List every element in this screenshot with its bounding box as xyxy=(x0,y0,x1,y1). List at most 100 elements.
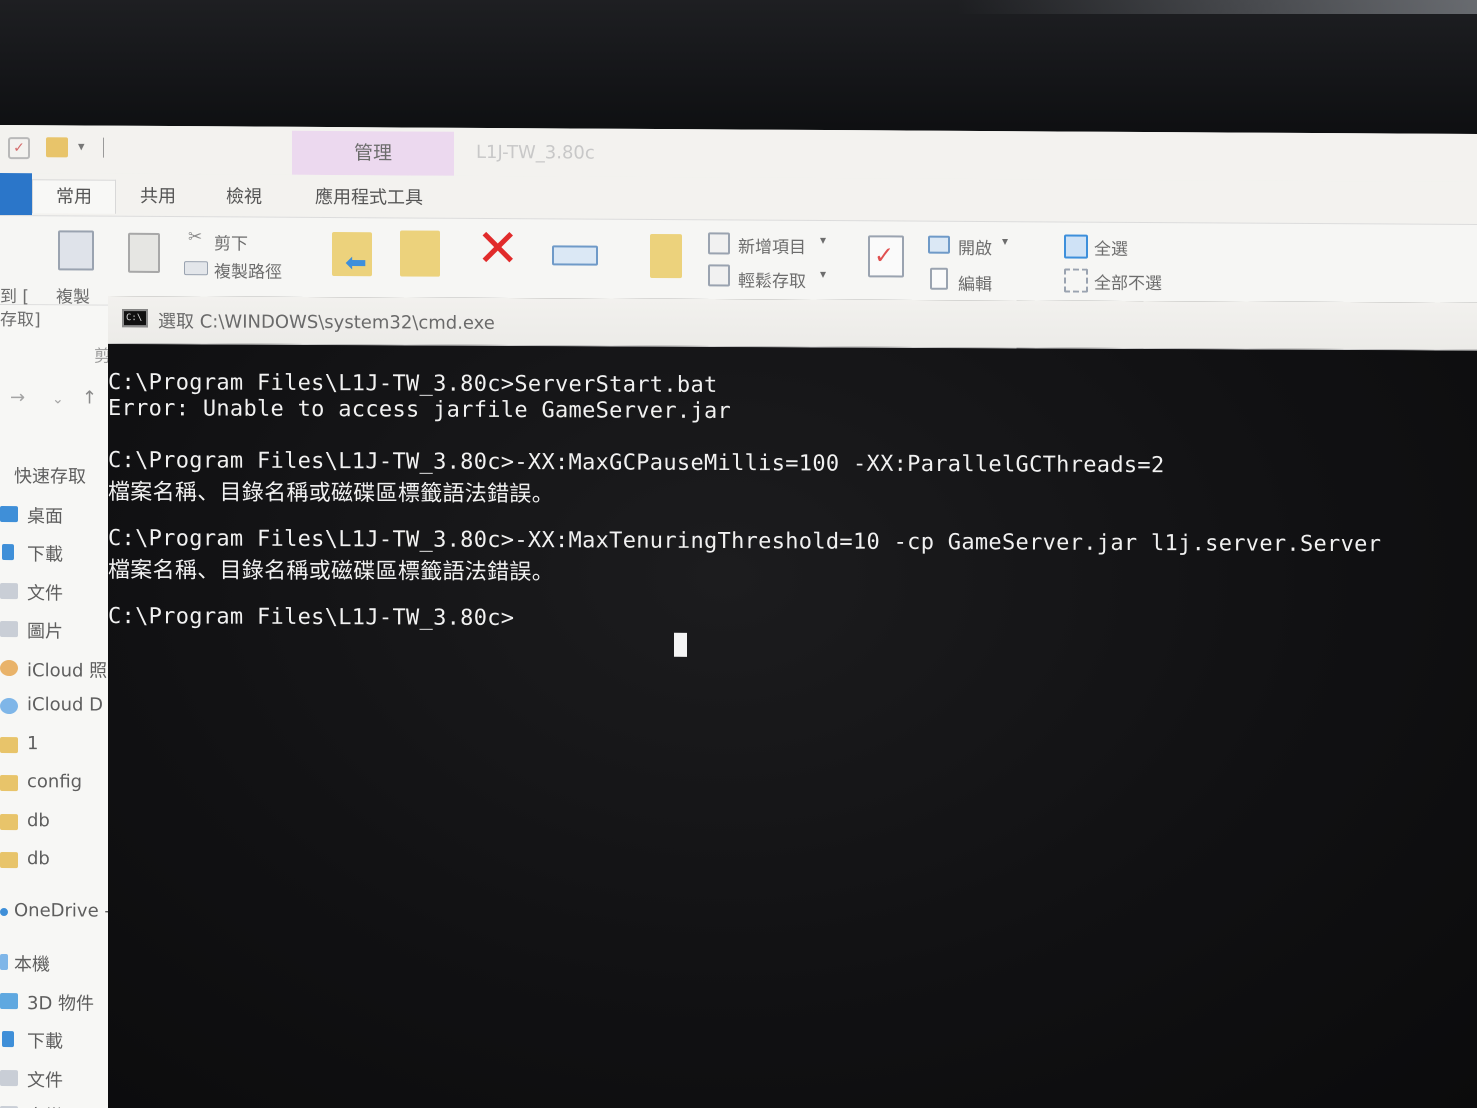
select-none-icon[interactable] xyxy=(1064,268,1088,293)
new-item-button[interactable]: 新增項目 xyxy=(738,233,806,258)
sidebar-item-documents-2[interactable]: 文件 xyxy=(0,1061,110,1098)
tab-view[interactable]: 檢視 xyxy=(226,180,262,214)
sidebar-item-label: 圖片 xyxy=(27,621,63,643)
sidebar-item-label: 音樂 xyxy=(27,1102,63,1108)
sidebar-item-label: iCloud 照 xyxy=(27,660,108,682)
sidebar-item-downloads-2[interactable]: 下載 xyxy=(0,1022,110,1059)
onedrive-icon xyxy=(0,908,8,917)
console-line: Error: Unable to access jarfile GameServ… xyxy=(108,396,732,425)
sidebar-item-label: 桌面 xyxy=(27,506,63,528)
download-icon xyxy=(2,1031,14,1048)
sidebar-item-label: OneDrive - xyxy=(14,900,110,922)
cut-button[interactable]: 剪下 xyxy=(214,229,248,254)
picture-icon xyxy=(0,621,18,638)
sidebar-item-desktop[interactable]: 桌面 xyxy=(0,497,110,534)
console-line: C:\Program Files\L1J-TW_3.80c>-XX:MaxGCP… xyxy=(108,448,1165,479)
select-all-icon[interactable] xyxy=(1064,234,1088,259)
copy-icon[interactable] xyxy=(58,230,94,271)
sidebar-item-music[interactable]: 音樂 xyxy=(0,1097,110,1108)
copy-path-icon[interactable] xyxy=(184,261,208,276)
select-all-button[interactable]: 全選 xyxy=(1094,235,1128,260)
command-prompt-window[interactable]: C:\ 選取 C:\WINDOWS\system32\cmd.exe C:\Pr… xyxy=(108,296,1477,1108)
new-item-dropdown-icon[interactable]: ▾ xyxy=(820,233,826,247)
sidebar-item-db-2[interactable]: db xyxy=(0,843,110,880)
manage-context-tab[interactable]: 管理 xyxy=(292,130,454,176)
new-folder-big-icon[interactable] xyxy=(650,233,682,279)
folder-icon xyxy=(0,737,18,754)
folder-icon xyxy=(0,775,18,792)
sidebar-item-config[interactable]: config xyxy=(0,766,110,803)
sidebar-item-onedrive[interactable]: OneDrive - xyxy=(0,895,110,932)
sidebar-item-label: 1 xyxy=(27,733,39,755)
cmd-app-icon: C:\ xyxy=(122,309,148,328)
copy-path-button[interactable]: 複製路徑 xyxy=(214,257,282,282)
easy-access-icon[interactable] xyxy=(708,264,730,287)
sidebar-item-3d-objects[interactable]: 3D 物件 xyxy=(0,984,110,1021)
properties-check-icon[interactable]: ✓ xyxy=(8,137,30,160)
delete-icon[interactable]: ✕ xyxy=(476,219,520,279)
icloud-photos-icon xyxy=(0,660,18,677)
sidebar-item-label: 3D 物件 xyxy=(27,993,95,1015)
monitor-bezel xyxy=(0,0,1477,135)
folder-icon xyxy=(0,852,18,869)
recent-dropdown-icon[interactable]: ⌄ xyxy=(52,391,64,407)
console-line: 檔案名稱、目錄名稱或磁碟區標籤語法錯誤。 xyxy=(108,480,555,508)
document-icon xyxy=(0,1070,18,1087)
sidebar-item-label: 文件 xyxy=(27,583,63,605)
new-item-icon[interactable] xyxy=(708,232,730,255)
sidebar-item-label: 下載 xyxy=(27,1031,63,1053)
tab-file[interactable] xyxy=(0,173,32,216)
customize-dropdown-icon[interactable]: ▾ xyxy=(78,139,85,154)
tab-share[interactable]: 共用 xyxy=(140,180,176,214)
console-output[interactable]: C:\Program Files\L1J-TW_3.80c>ServerStar… xyxy=(108,344,1477,1108)
cube-icon xyxy=(0,993,18,1010)
pin-label-line2[interactable]: 存取] xyxy=(0,305,41,330)
sidebar-item-this-pc[interactable]: 本機 xyxy=(0,945,110,982)
sidebar-item-quick-access[interactable]: 快速存取 xyxy=(0,457,110,494)
back-arrow-icon[interactable]: → xyxy=(10,387,25,408)
copy-to-icon[interactable] xyxy=(400,230,440,277)
sidebar-item-downloads[interactable]: 下載 xyxy=(0,535,110,572)
sidebar-item-folder-1[interactable]: 1 xyxy=(0,728,110,765)
console-line: 檔案名稱、目錄名稱或磁碟區標籤語法錯誤。 xyxy=(108,558,555,586)
cmd-title-bar[interactable]: C:\ 選取 C:\WINDOWS\system32\cmd.exe xyxy=(108,296,1477,351)
sidebar-item-label: db xyxy=(27,848,50,870)
window-title: L1J-TW_3.80c xyxy=(476,141,595,164)
sidebar-item-icloud-photos[interactable]: iCloud 照 xyxy=(0,651,110,688)
console-prompt: C:\Program Files\L1J-TW_3.80c> xyxy=(108,604,515,631)
properties-check-mark-icon: ✓ xyxy=(874,241,895,270)
edit-button[interactable]: 編輯 xyxy=(958,270,992,295)
easy-access-dropdown-icon[interactable]: ▾ xyxy=(820,267,826,281)
paste-icon[interactable] xyxy=(128,232,160,273)
scissors-icon[interactable]: ✂ xyxy=(188,227,202,247)
copy-button[interactable]: 複製 xyxy=(56,282,90,307)
select-none-button[interactable]: 全部不選 xyxy=(1094,269,1162,294)
sidebar-item-label: 下載 xyxy=(27,544,63,566)
up-arrow-icon[interactable]: ↑ xyxy=(82,388,97,409)
pin-label-line1[interactable]: 到 [ xyxy=(0,282,29,307)
sidebar-item-label: 快速存取 xyxy=(14,466,86,488)
open-button[interactable]: 開啟 xyxy=(958,234,992,259)
open-icon[interactable] xyxy=(928,235,950,254)
rename-icon[interactable] xyxy=(552,245,598,266)
navigation-pane: 存取] 剪 → ⌄ ↑ 快速存取 桌面 下載 文件 圖片 iCloud 照 iC… xyxy=(0,305,111,1108)
edit-icon[interactable] xyxy=(930,267,948,290)
desktop-icon xyxy=(0,506,18,523)
text-cursor xyxy=(674,632,687,657)
sidebar-item-label: 文件 xyxy=(27,1070,63,1092)
computer-icon xyxy=(0,954,8,971)
sidebar-item-label: 本機 xyxy=(14,954,50,976)
tab-app-tools[interactable]: 應用程式工具 xyxy=(315,181,423,216)
download-icon xyxy=(2,544,14,561)
sidebar-item-db[interactable]: db xyxy=(0,805,110,842)
open-dropdown-icon[interactable]: ▾ xyxy=(1002,234,1008,248)
cmd-window-title: 選取 C:\WINDOWS\system32\cmd.exe xyxy=(158,311,495,334)
easy-access-button[interactable]: 輕鬆存取 xyxy=(738,267,806,292)
document-icon xyxy=(0,583,18,600)
new-folder-icon[interactable] xyxy=(46,137,68,158)
sidebar-item-icloud-drive[interactable]: iCloud D xyxy=(0,689,110,726)
icloud-drive-icon xyxy=(0,698,18,715)
sidebar-item-documents[interactable]: 文件 xyxy=(0,574,110,611)
tab-home[interactable]: 常用 xyxy=(32,179,116,214)
sidebar-item-pictures[interactable]: 圖片 xyxy=(0,612,110,649)
